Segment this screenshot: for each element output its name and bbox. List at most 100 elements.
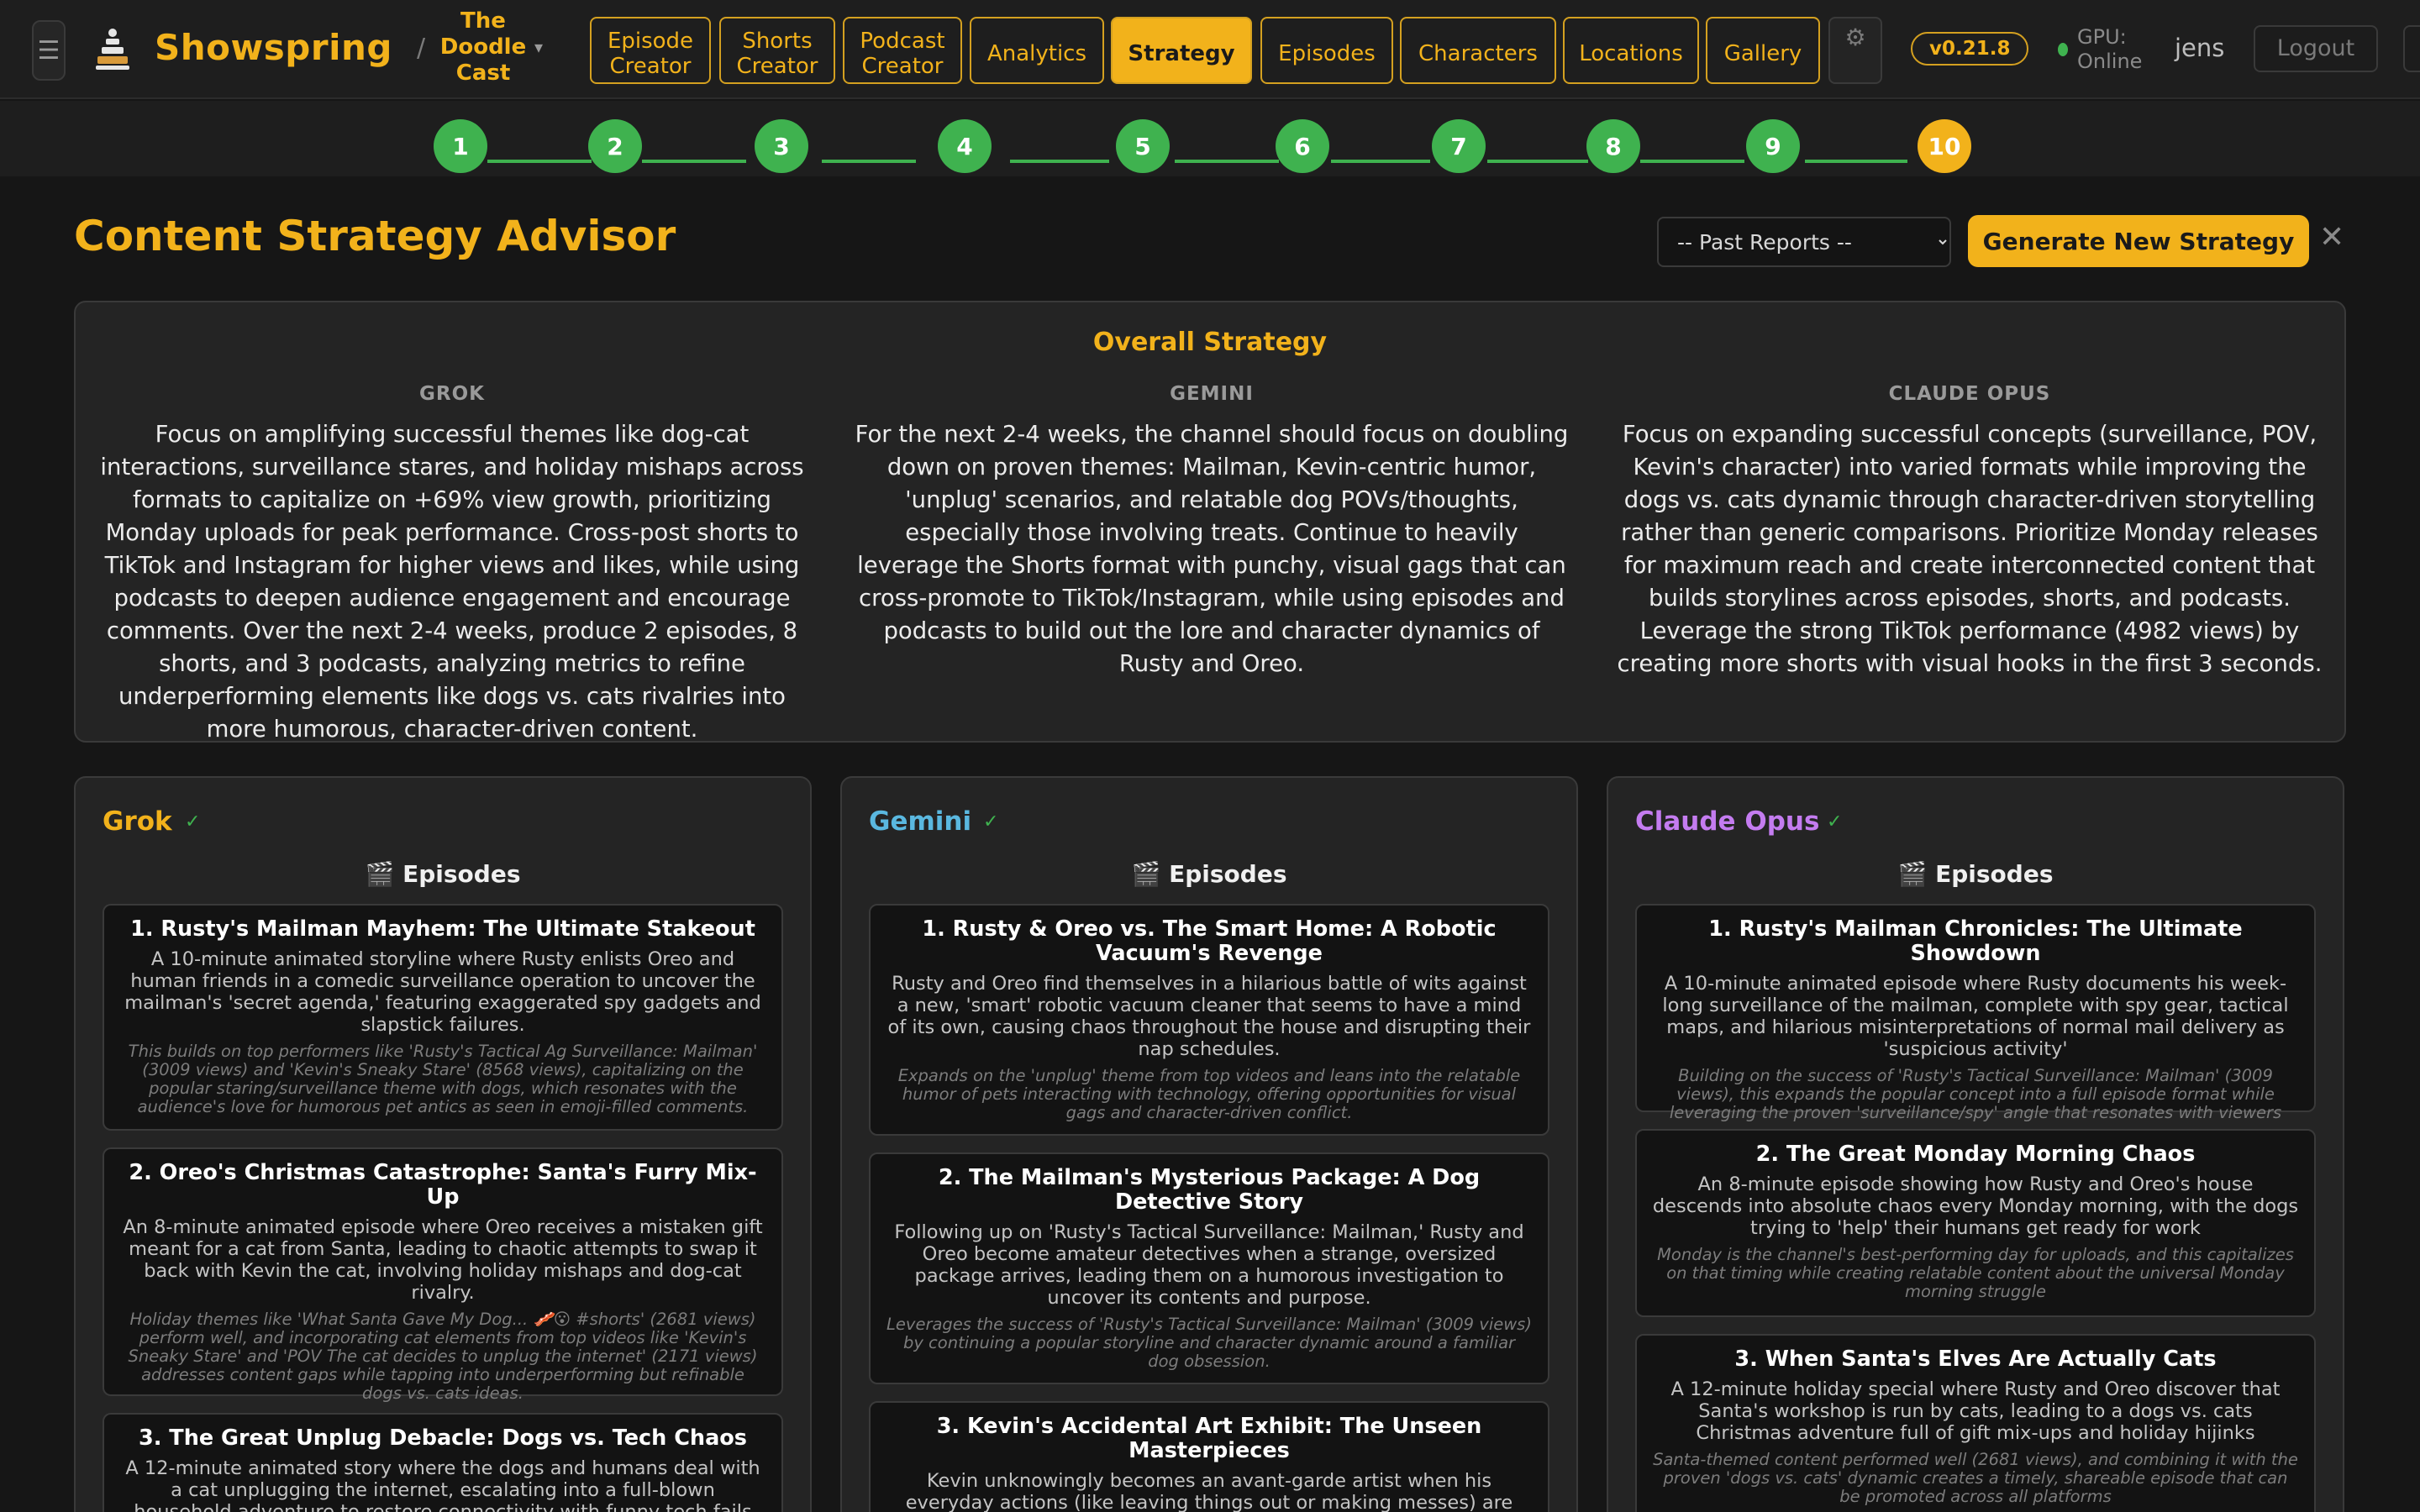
episodes-section-heading: 🎬 Episodes	[76, 860, 810, 888]
overall-strategy-title: Overall Strategy	[1092, 328, 1328, 357]
overall-text: Focus on amplifying successful themes li…	[100, 421, 804, 743]
episode-card[interactable]: 1. Rusty's Mailman Mayhem: The Ultimate …	[103, 904, 783, 1131]
overall-label: CLAUDE OPUS	[1888, 383, 2051, 405]
episode-rationale: Leverages the success of 'Rusty's Tactic…	[886, 1315, 1532, 1371]
episode-card[interactable]: 2. The Great Monday Morning Chaos An 8-m…	[1635, 1129, 2316, 1317]
model-column-claude-opus: Claude Opus ✓ 🎬 Episodes 1. Rusty's Mail…	[1607, 776, 2344, 1512]
episode-rationale: Santa-themed content performed well (268…	[1653, 1450, 2298, 1506]
nav-episodes[interactable]: Episodes	[1260, 17, 1393, 84]
check-icon: ✓	[1827, 811, 1843, 832]
clapperboard-icon: 🎬	[1131, 860, 1161, 888]
page-title: Content Strategy Advisor	[74, 212, 676, 260]
step-5[interactable]: 5	[1116, 119, 1170, 173]
episode-title: 1. Rusty's Mailman Chronicles: The Ultim…	[1708, 916, 2243, 966]
step-connector	[1640, 160, 1744, 163]
section-label: Episodes	[402, 860, 521, 888]
episode-card[interactable]: 3. Kevin's Accidental Art Exhibit: The U…	[869, 1401, 1549, 1512]
username: jens	[2175, 34, 2225, 62]
step-connector	[1175, 160, 1279, 163]
nav-episode-creator[interactable]: Episode Creator	[590, 17, 711, 84]
episode-title: 2. Oreo's Christmas Catastrophe: Santa's…	[129, 1160, 757, 1210]
nav-locations[interactable]: Locations	[1563, 17, 1699, 84]
episode-title: 3. The Great Unplug Debacle: Dogs vs. Te…	[139, 1425, 747, 1451]
progress-stepper: 1 2 3 4 5 6 7 8 9 10	[0, 101, 2420, 176]
episode-rationale: Expands on the 'unplug' theme from top v…	[897, 1066, 1521, 1122]
overall-strategy-panel: Overall Strategy GROK Focus on amplifyin…	[74, 301, 2346, 743]
close-icon[interactable]: ✕	[2319, 220, 2344, 255]
gear-icon[interactable]: ⚙	[1828, 17, 1882, 84]
overall-label: GEMINI	[1170, 383, 1254, 405]
episode-rationale: Building on the success of 'Rusty's Tact…	[1669, 1066, 2282, 1122]
overflow-button[interactable]	[2403, 25, 2420, 72]
episode-description: Following up on 'Rusty's Tactical Survei…	[894, 1221, 1524, 1309]
episode-description: Kevin unknowingly becomes an avant-garde…	[905, 1470, 1513, 1512]
nav-strategy[interactable]: Strategy	[1111, 17, 1252, 84]
show-selector[interactable]: The Doodle Cast	[432, 8, 534, 87]
model-column-grok: Grok ✓ 🎬 Episodes 1. Rusty's Mailman May…	[74, 776, 812, 1512]
episode-description: A 12-minute animated story where the dog…	[125, 1457, 760, 1512]
clapperboard-icon: 🎬	[365, 860, 395, 888]
step-connector	[487, 160, 592, 163]
overall-text: For the next 2-4 weeks, the channel shou…	[855, 421, 1569, 677]
step-6[interactable]: 6	[1276, 119, 1329, 173]
episode-card[interactable]: 2. The Mailman's Mysterious Package: A D…	[869, 1152, 1549, 1384]
gpu-status-dot	[2058, 43, 2068, 56]
step-10[interactable]: 10	[1918, 119, 1971, 173]
episode-card[interactable]: 3. When Santa's Elves Are Actually Cats …	[1635, 1334, 2316, 1512]
step-connector	[642, 160, 746, 163]
gpu-status: GPU: Online	[2077, 25, 2143, 73]
version-badge: v0.21.8	[1911, 32, 2029, 66]
episode-card[interactable]: 2. Oreo's Christmas Catastrophe: Santa's…	[103, 1147, 783, 1403]
episode-description: A 12-minute holiday special where Rusty …	[1670, 1378, 2281, 1444]
step-3[interactable]: 3	[755, 119, 808, 173]
model-name: Gemini	[869, 806, 972, 837]
episode-description: An 8-minute episode showing how Rusty an…	[1652, 1173, 2299, 1239]
overall-label: GROK	[419, 383, 485, 405]
logout-button[interactable]: Logout	[2254, 25, 2378, 72]
hamburger-icon[interactable]: ☰	[32, 20, 66, 81]
episode-rationale: Monday is the channel's best-performing …	[1657, 1245, 2294, 1301]
section-label: Episodes	[1935, 860, 2054, 888]
chevron-down-icon[interactable]: ▾	[534, 37, 543, 57]
episode-card[interactable]: 3. The Great Unplug Debacle: Dogs vs. Te…	[103, 1413, 783, 1512]
overall-column-claude: CLAUDE OPUS Focus on expanding successfu…	[1610, 383, 2329, 680]
step-4[interactable]: 4	[938, 119, 992, 173]
breadcrumb-separator: /	[417, 34, 426, 63]
nav-gallery[interactable]: Gallery	[1706, 17, 1820, 84]
episode-card[interactable]: 1. Rusty & Oreo vs. The Smart Home: A Ro…	[869, 904, 1549, 1136]
nav-shorts-creator[interactable]: Shorts Creator	[719, 17, 835, 84]
step-1[interactable]: 1	[434, 119, 487, 173]
step-9[interactable]: 9	[1746, 119, 1800, 173]
step-connector	[1010, 160, 1109, 163]
step-connector	[1331, 160, 1430, 163]
step-connector	[1805, 160, 1907, 163]
section-label: Episodes	[1169, 860, 1287, 888]
step-connector	[822, 160, 916, 163]
episode-rationale: This builds on top performers like 'Rust…	[128, 1042, 758, 1116]
nav-analytics[interactable]: Analytics	[970, 17, 1104, 84]
top-navigation-bar: ☰ Showspring / The Doodle Cast ▾ Episode…	[0, 0, 2420, 99]
episode-rationale: Holiday themes like 'What Santa Gave My …	[128, 1310, 758, 1403]
step-8[interactable]: 8	[1586, 119, 1640, 173]
episode-title: 3. Kevin's Accidental Art Exhibit: The U…	[936, 1414, 1482, 1463]
step-2[interactable]: 2	[588, 119, 642, 173]
step-connector	[1487, 160, 1588, 163]
past-reports-select[interactable]: -- Past Reports --	[1657, 217, 1951, 267]
check-icon: ✓	[185, 811, 201, 832]
clapper-stack-icon[interactable]	[94, 27, 131, 71]
episode-card[interactable]: 1. Rusty's Mailman Chronicles: The Ultim…	[1635, 904, 2316, 1122]
episode-description: A 10-minute animated storyline where Rus…	[124, 948, 761, 1036]
episode-description: An 8-minute animated episode where Oreo …	[123, 1216, 763, 1304]
episode-description: A 10-minute animated episode where Rusty…	[1662, 973, 2289, 1060]
episode-title: 2. The Mailman's Mysterious Package: A D…	[938, 1165, 1481, 1215]
overall-column-gemini: GEMINI For the next 2-4 weeks, the chann…	[852, 383, 1571, 680]
model-name: Claude Opus	[1635, 806, 1820, 837]
overall-text: Focus on expanding successful concepts (…	[1617, 421, 2323, 677]
generate-strategy-button[interactable]: Generate New Strategy	[1968, 215, 2309, 267]
step-7[interactable]: 7	[1432, 119, 1486, 173]
episodes-section-heading: 🎬 Episodes	[842, 860, 1576, 888]
nav-characters[interactable]: Characters	[1400, 17, 1556, 84]
nav-podcast-creator[interactable]: Podcast Creator	[843, 17, 962, 84]
episode-title: 2. The Great Monday Morning Chaos	[1755, 1142, 2196, 1167]
brand-name[interactable]: Showspring	[155, 27, 392, 68]
